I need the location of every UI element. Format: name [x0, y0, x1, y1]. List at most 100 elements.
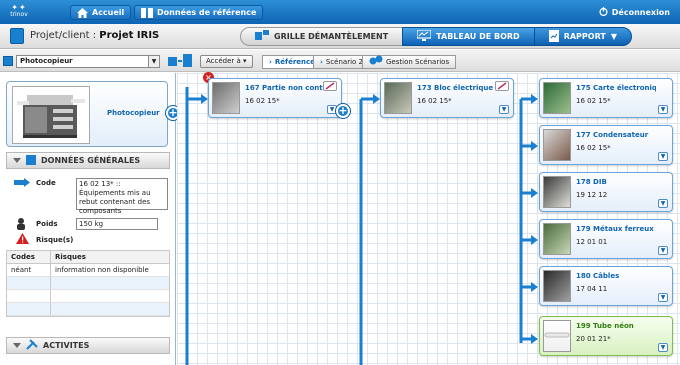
- table-row[interactable]: néant information non disponible: [7, 264, 169, 277]
- node-177[interactable]: 177 Condensateur 16 02 15* ▼: [539, 125, 673, 165]
- node-thumbnail: [543, 82, 571, 114]
- node-179[interactable]: 179 Métaux ferreux 12 01 01 ▼: [539, 219, 673, 259]
- cell-code: néant: [7, 264, 51, 276]
- weight-value[interactable]: 150 kg: [76, 218, 158, 230]
- node-dropdown-icon[interactable]: ▼: [658, 293, 668, 302]
- product-card[interactable]: Photocopieur: [6, 81, 168, 147]
- activities-header[interactable]: ACTIVITES: [6, 337, 170, 354]
- home-button[interactable]: Accueil: [70, 5, 132, 20]
- node-dropdown-icon[interactable]: ▼: [499, 105, 509, 114]
- node-title: 177 Condensateur: [576, 131, 649, 139]
- project-bar: Projet/client : Projet IRIS GRILLE DÉMAN…: [0, 24, 680, 49]
- logout-label: Déconnexion: [611, 8, 670, 17]
- node-code: 16 02 15*: [576, 144, 611, 152]
- node-dropdown-icon[interactable]: ▼: [658, 199, 668, 208]
- node-thumbnail: [543, 223, 571, 255]
- node-167[interactable]: 167 Partie non contam... 16 02 15* ▼: [208, 78, 342, 118]
- node-dropdown-icon[interactable]: ▼: [658, 105, 668, 114]
- product-select[interactable]: Photocopieur ▼: [16, 55, 160, 68]
- add-child-plus-icon[interactable]: +: [336, 104, 350, 118]
- monitor-icon: [416, 29, 432, 43]
- node-178[interactable]: 178 DIB 19 12 12 ▼: [539, 172, 673, 212]
- node-thumbnail: [384, 82, 412, 114]
- edit-icon[interactable]: [323, 81, 337, 91]
- collapse-triangle-icon: [13, 343, 21, 348]
- node-175[interactable]: 175 Carte électronique 16 02 15* ▼: [539, 78, 673, 118]
- tab-grille-demantelement[interactable]: GRILLE DÉMANTÈLEMENT: [240, 27, 404, 46]
- reference-data-button[interactable]: Données de référence: [134, 5, 264, 20]
- risks-label: Risque(s): [36, 236, 74, 244]
- chevron-right-icon: ›: [269, 58, 272, 66]
- product-select-value: Photocopieur: [20, 57, 73, 65]
- code-value[interactable]: 16 02 13* :: Équipements mis au rebut co…: [76, 178, 168, 215]
- toolbar: Photocopieur ▼ Accéder à ▾ › Référence ›…: [0, 50, 680, 72]
- tree-toggle-icon[interactable]: [168, 54, 194, 68]
- node-dropdown-icon[interactable]: ▼: [658, 246, 668, 255]
- scenario-label: Gestion Scénarios: [386, 58, 450, 66]
- project-label: Projet/client :: [30, 30, 97, 41]
- node-thumbnail: [543, 320, 571, 352]
- node-dropdown-icon[interactable]: ▼: [658, 343, 668, 352]
- node-title: 178 DIB: [576, 178, 607, 186]
- col-header-risks: Risques: [55, 253, 86, 261]
- chevron-down-icon: ▼: [610, 32, 617, 41]
- cell-risk: information non disponible: [55, 266, 149, 274]
- photocopier-image: [12, 86, 90, 144]
- node-title: 199 Tube néon: [576, 322, 634, 330]
- chevron-down-icon[interactable]: ▼: [148, 56, 159, 67]
- project-title: Projet/client : Projet IRIS: [30, 30, 159, 41]
- weight-label: Poids: [36, 220, 58, 228]
- node-code: 20 01 21*: [576, 335, 611, 343]
- node-199[interactable]: 199 Tube néon 20 01 21* ▼: [539, 316, 673, 356]
- grid-tool-icon: [255, 30, 269, 43]
- table-row-empty: [7, 277, 169, 290]
- product-name: Photocopieur: [107, 109, 160, 117]
- chevron-down-icon: ▾: [243, 57, 247, 65]
- scenario-label: Scénario 2: [325, 58, 363, 66]
- edit-icon[interactable]: [495, 81, 509, 91]
- node-code: 16 02 15*: [417, 97, 452, 105]
- left-panel: Photocopieur + DONNÉES GÉNÉRALES Code 16…: [0, 73, 180, 365]
- general-data-header[interactable]: DONNÉES GÉNÉRALES: [6, 152, 170, 169]
- node-code: 19 12 12: [576, 191, 608, 199]
- trinov-logo: ✦✦ trinov: [10, 3, 28, 19]
- node-title: 167 Partie non contam...: [245, 84, 325, 92]
- logo-label: trinov: [10, 11, 28, 18]
- reference-data-label: Données de référence: [157, 8, 257, 17]
- table-row-empty: [7, 303, 169, 316]
- home-label: Accueil: [92, 8, 125, 17]
- node-title: 179 Métaux ferreux: [576, 225, 654, 233]
- risks-table: Codes Risques néant information non disp…: [6, 250, 170, 317]
- tab-tableau-de-bord[interactable]: TABLEAU DE BORD: [402, 27, 535, 46]
- warning-icon: [16, 233, 29, 246]
- node-code: 12 01 01: [576, 238, 608, 246]
- code-arrow-icon: [14, 178, 30, 189]
- book-icon: [141, 7, 153, 18]
- project-name: Projet IRIS: [99, 30, 160, 41]
- general-data-title: DONNÉES GÉNÉRALES: [41, 156, 141, 165]
- cube-icon: [26, 154, 36, 167]
- access-dropdown[interactable]: Accéder à ▾: [200, 55, 253, 68]
- collapse-triangle-icon: [13, 158, 21, 163]
- node-code: 16 02 15*: [245, 97, 280, 105]
- gears-icon: [369, 55, 383, 69]
- manage-scenarios-button[interactable]: Gestion Scénarios: [362, 55, 457, 69]
- product-cube-icon: [3, 56, 13, 66]
- access-label: Accéder à: [206, 57, 241, 65]
- logout-button[interactable]: Déconnexion: [595, 5, 674, 20]
- col-header-codes: Codes: [7, 251, 51, 263]
- table-header-row: Codes Risques: [7, 251, 169, 264]
- node-thumbnail: [212, 82, 240, 114]
- person-icon: [16, 218, 26, 232]
- tab-label: GRILLE DÉMANTÈLEMENT: [274, 32, 389, 41]
- node-thumbnail: [543, 270, 571, 302]
- tab-label: TABLEAU DE BORD: [436, 32, 520, 41]
- chevron-right-icon: ›: [320, 58, 323, 66]
- node-173[interactable]: 173 Bloc électrique 16 02 15* ▼: [380, 78, 514, 118]
- node-180[interactable]: 180 Câbles 17 04 11 ▼: [539, 266, 673, 306]
- node-dropdown-icon[interactable]: ▼: [658, 152, 668, 161]
- node-title: 173 Bloc électrique: [417, 84, 494, 92]
- tab-rapport[interactable]: RAPPORT ▼: [533, 27, 632, 46]
- node-code: 16 02 15*: [576, 97, 611, 105]
- tools-icon: [26, 339, 38, 352]
